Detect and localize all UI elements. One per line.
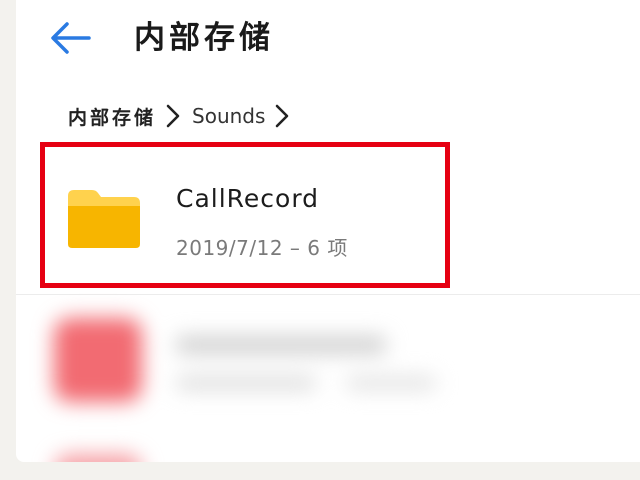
blurred-list-item-partial: [16, 440, 640, 462]
folder-name: CallRecord: [176, 184, 320, 213]
chevron-right-icon: [166, 104, 180, 128]
file-manager-screen: 内部存储 内部存储 Sounds CallRecord 2019/7/12 – …: [16, 0, 640, 462]
folder-icon: [68, 190, 140, 248]
page-title: 内部存储: [134, 20, 274, 56]
arrow-left-icon: [51, 22, 91, 54]
blurred-title-line: [176, 336, 386, 354]
chevron-right-icon: [275, 104, 289, 128]
blurred-list-item: [16, 306, 640, 416]
blurred-meta-line: [176, 376, 316, 390]
folder-meta: 2019/7/12 – 6 项: [176, 236, 348, 260]
breadcrumb-item-internal-storage[interactable]: 内部存储: [68, 103, 156, 130]
back-button[interactable]: [46, 16, 94, 60]
breadcrumb-item-sounds[interactable]: Sounds: [192, 104, 265, 128]
breadcrumb: 内部存储 Sounds: [68, 96, 301, 136]
top-bar: 内部存储: [16, 0, 640, 86]
blurred-meta-line-2: [346, 376, 436, 390]
blurred-app-icon: [54, 318, 142, 402]
blurred-app-icon: [54, 454, 142, 462]
list-divider: [16, 294, 640, 295]
